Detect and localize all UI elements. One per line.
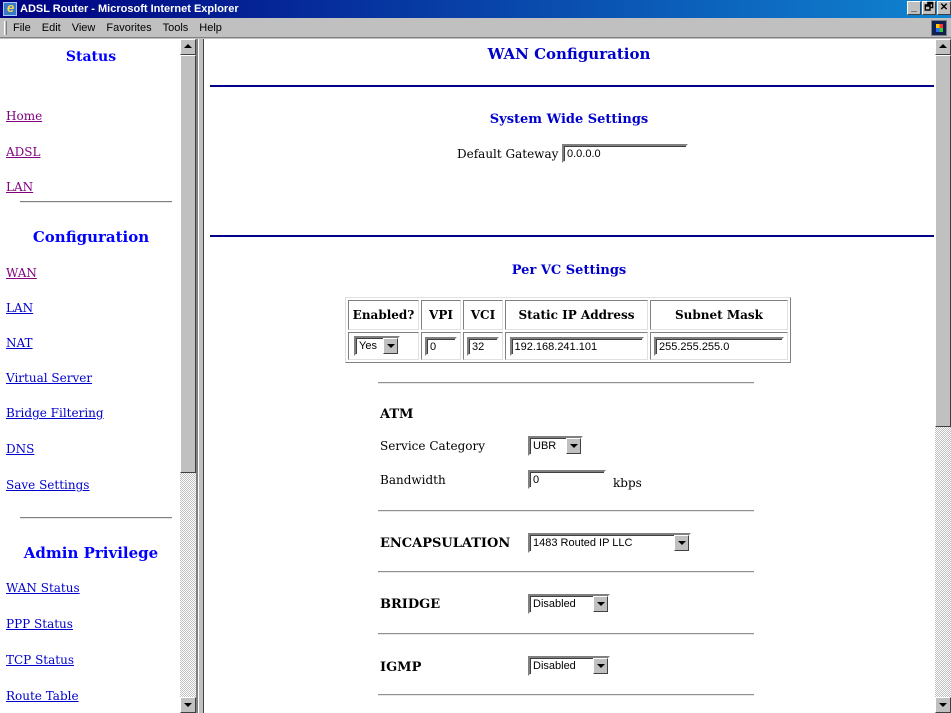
section-rule xyxy=(210,85,934,87)
window-controls: _ 🗗 ✕ xyxy=(907,1,951,15)
nav-scrollbar[interactable] xyxy=(180,39,196,713)
nav-link-wan[interactable]: WAN xyxy=(6,266,37,280)
window-title: ADSL Router - Microsoft Internet Explore… xyxy=(20,3,239,15)
table-row: Yes 0 32 192.168.241.101 255.255.255.0 xyxy=(348,332,788,360)
menu-help[interactable]: Help xyxy=(199,22,222,34)
chevron-down-icon xyxy=(383,338,398,354)
igmp-label: IGMP xyxy=(380,660,422,675)
atm-heading: ATM xyxy=(380,407,414,422)
nav-link-lan-status[interactable]: LAN xyxy=(6,180,33,194)
per-vc-heading: Per VC Settings xyxy=(511,263,627,278)
nav-link-bridge-filtering[interactable]: Bridge Filtering xyxy=(6,406,104,420)
nav-divider xyxy=(20,201,172,203)
nav-link-route-table[interactable]: Route Table xyxy=(6,689,79,703)
nav-link-virtual-server[interactable]: Virtual Server xyxy=(6,371,92,385)
system-wide-heading: System Wide Settings xyxy=(489,112,649,127)
configuration-heading: Configuration xyxy=(32,228,150,246)
menu-grip xyxy=(4,20,7,35)
nav-link-adsl[interactable]: ADSL xyxy=(6,145,40,159)
content-scrollbar[interactable] xyxy=(935,39,951,713)
col-static-ip: Static IP Address xyxy=(505,300,648,330)
igmp-select[interactable]: Disabled xyxy=(528,656,610,676)
scroll-up-arrow-icon[interactable] xyxy=(180,39,196,55)
nav-frame: Status Home ADSL LAN Configuration WAN L… xyxy=(0,39,198,713)
bandwidth-input[interactable]: 0 xyxy=(528,470,606,489)
nav-link-wan-status[interactable]: WAN Status xyxy=(6,581,80,595)
encapsulation-label: ENCAPSULATION xyxy=(380,536,511,551)
page-title: WAN Configuration xyxy=(487,45,651,63)
nav-link-dns[interactable]: DNS xyxy=(6,442,34,456)
nav-divider xyxy=(20,517,172,519)
nav-link-ppp-status[interactable]: PPP Status xyxy=(6,617,73,631)
col-vpi: VPI xyxy=(421,300,461,330)
section-rule xyxy=(210,235,934,237)
chevron-down-icon xyxy=(593,658,608,674)
bandwidth-unit: kbps xyxy=(613,476,642,490)
menu-edit[interactable]: Edit xyxy=(42,22,61,34)
encapsulation-value: 1483 Routed IP LLC xyxy=(533,537,633,549)
col-vci: VCI xyxy=(463,300,503,330)
chevron-down-icon xyxy=(674,535,689,551)
status-heading: Status xyxy=(65,49,117,65)
nav-link-save-settings[interactable]: Save Settings xyxy=(6,478,89,492)
service-category-value: UBR xyxy=(533,440,557,452)
section-divider xyxy=(378,382,754,384)
section-divider xyxy=(378,510,754,512)
section-divider xyxy=(378,571,754,573)
minimize-button[interactable]: _ xyxy=(907,1,921,15)
menu-file[interactable]: File xyxy=(13,22,31,34)
vci-input[interactable]: 32 xyxy=(467,336,499,356)
chevron-down-icon xyxy=(593,596,608,612)
enabled-value: Yes xyxy=(359,340,377,352)
nav-link-home[interactable]: Home xyxy=(6,109,42,123)
scroll-thumb[interactable] xyxy=(935,55,951,427)
bridge-value: Disabled xyxy=(533,598,576,610)
nav-link-nat[interactable]: NAT xyxy=(6,336,33,350)
bandwidth-label: Bandwidth xyxy=(380,473,446,487)
scroll-down-arrow-icon[interactable] xyxy=(180,697,196,713)
default-gateway-label: Default Gateway xyxy=(457,147,559,161)
col-enabled: Enabled? xyxy=(348,300,419,330)
static-ip-input[interactable]: 192.168.241.101 xyxy=(509,336,644,356)
col-subnet-mask: Subnet Mask xyxy=(650,300,788,330)
menu-tools[interactable]: Tools xyxy=(163,22,189,34)
restore-button[interactable]: 🗗 xyxy=(922,1,936,15)
nav-link-lan[interactable]: LAN xyxy=(6,301,33,315)
window-titlebar[interactable]: ADSL Router - Microsoft Internet Explore… xyxy=(0,0,951,18)
subnet-mask-input[interactable]: 255.255.255.0 xyxy=(654,336,784,356)
vpi-input[interactable]: 0 xyxy=(425,336,457,356)
igmp-value: Disabled xyxy=(533,660,576,672)
bridge-label: BRIDGE xyxy=(380,597,441,612)
menu-favorites[interactable]: Favorites xyxy=(106,22,151,34)
ie-icon xyxy=(3,0,17,16)
content-frame: WAN Configuration System Wide Settings D… xyxy=(204,39,951,713)
scroll-up-arrow-icon[interactable] xyxy=(935,39,951,55)
encapsulation-select[interactable]: 1483 Routed IP LLC xyxy=(528,533,691,553)
nav-link-tcp-status[interactable]: TCP Status xyxy=(6,653,74,667)
service-category-label: Service Category xyxy=(380,439,485,453)
scroll-down-arrow-icon[interactable] xyxy=(935,697,951,713)
bridge-select[interactable]: Disabled xyxy=(528,594,610,614)
close-button[interactable]: ✕ xyxy=(937,1,951,15)
section-divider xyxy=(378,694,754,696)
enabled-select[interactable]: Yes xyxy=(354,336,400,356)
admin-privilege-heading: Admin Privilege xyxy=(23,544,159,562)
scroll-thumb[interactable] xyxy=(180,55,196,473)
windows-logo-icon xyxy=(931,20,947,36)
service-category-select[interactable]: UBR xyxy=(528,436,583,456)
chevron-down-icon xyxy=(566,438,581,454)
menu-view[interactable]: View xyxy=(72,22,96,34)
default-gateway-input[interactable]: 0.0.0.0 xyxy=(562,144,688,163)
vc-table: Enabled? VPI VCI Static IP Address Subne… xyxy=(345,297,791,363)
menu-bar: File Edit View Favorites Tools Help xyxy=(0,18,951,38)
section-divider xyxy=(378,633,754,635)
